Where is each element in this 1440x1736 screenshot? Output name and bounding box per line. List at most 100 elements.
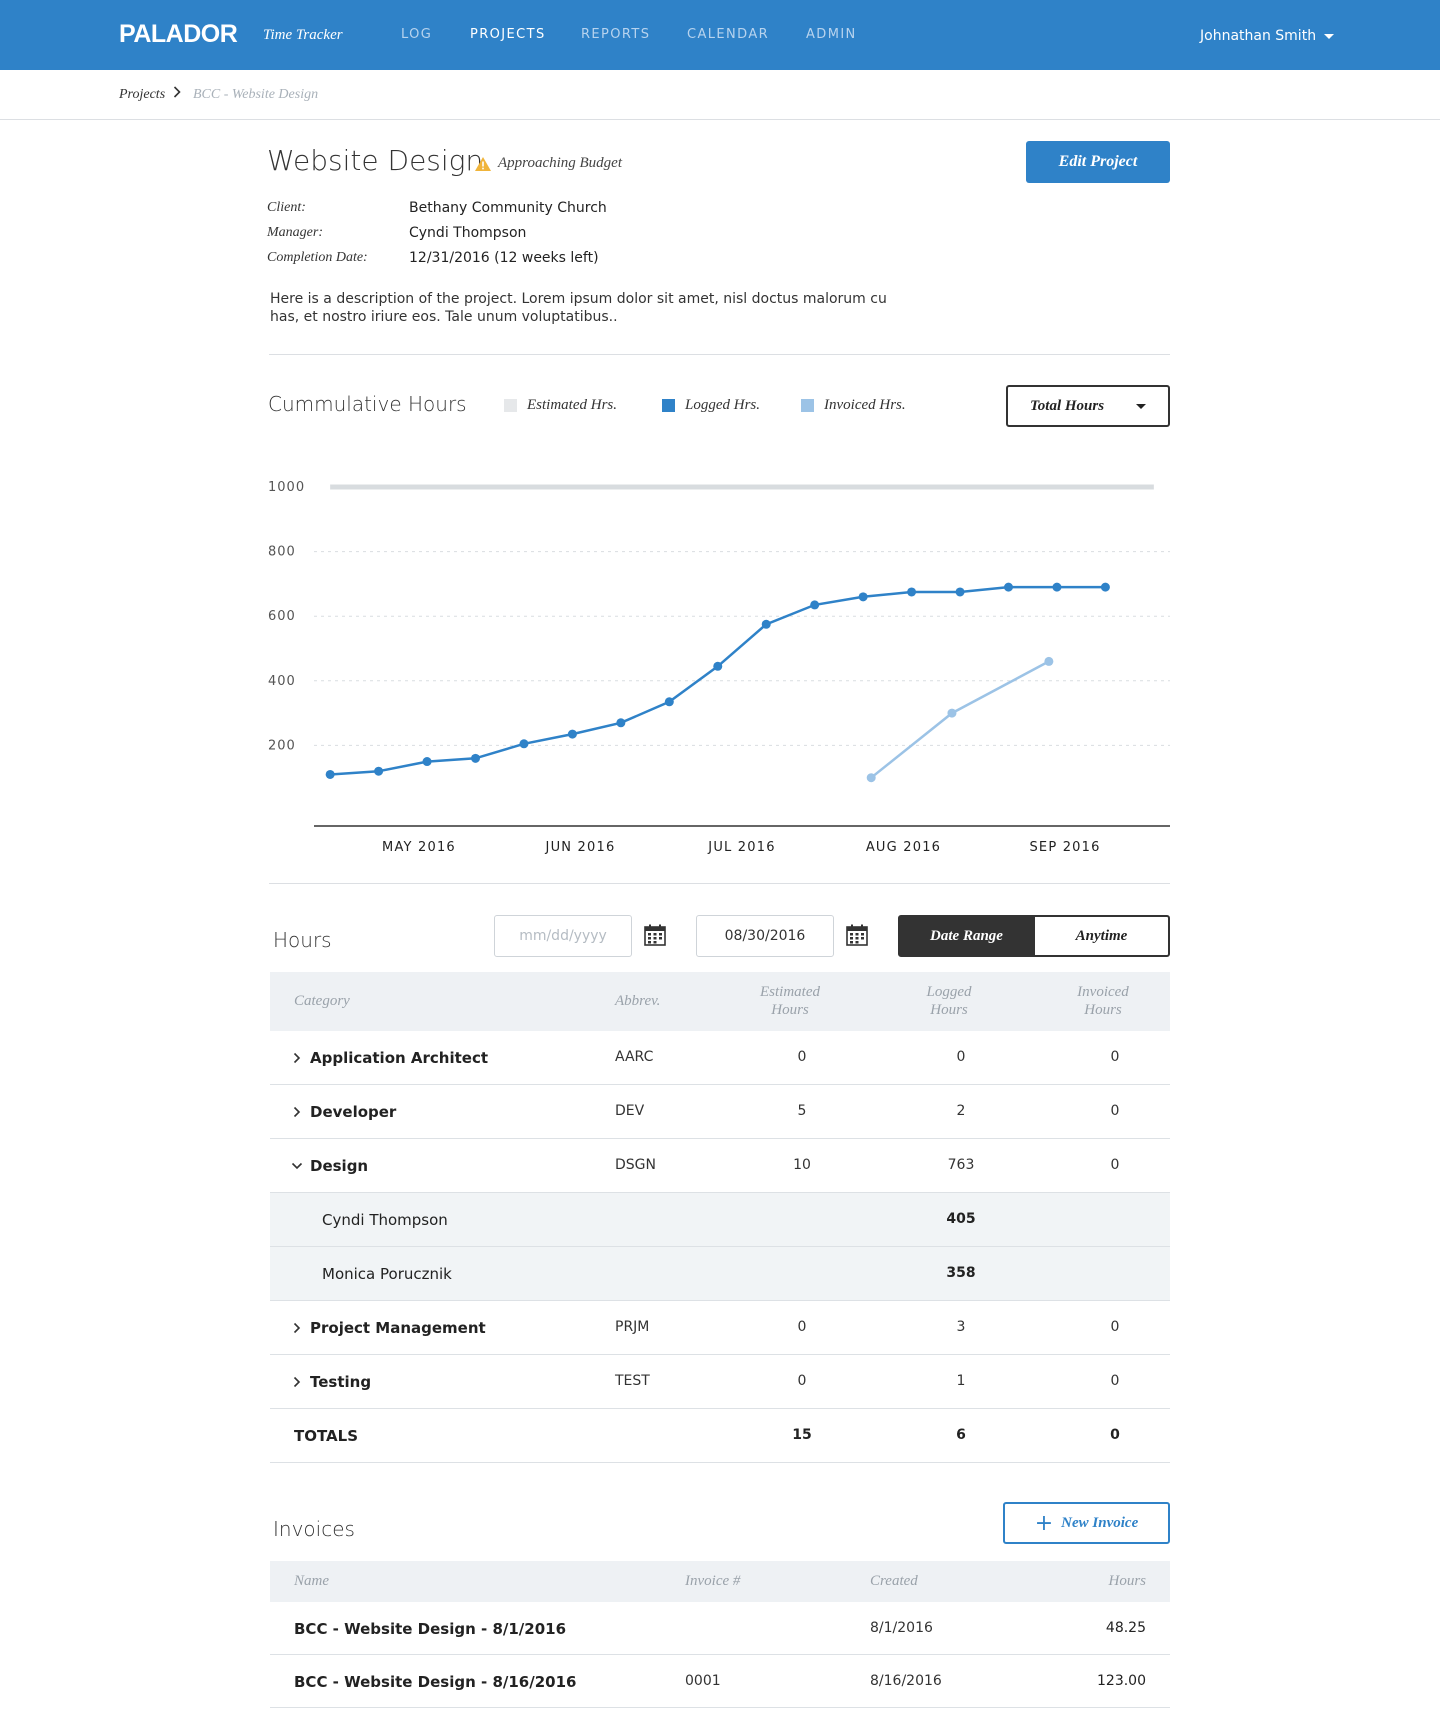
nav-log[interactable]: LOG <box>401 27 432 42</box>
invoice-created: 8/1/2016 <box>870 1620 933 1636</box>
invoice-number: 0001 <box>685 1673 721 1689</box>
invoiced-hours: 0 <box>1110 1319 1120 1335</box>
invoice-name[interactable]: BCC - Website Design - 8/1/2016 <box>294 1620 566 1638</box>
invoice-hours: 48.25 <box>1105 1620 1146 1636</box>
table-row[interactable]: Developer DEV 5 2 0 <box>270 1085 1170 1139</box>
new-invoice-button[interactable]: + New Invoice <box>1003 1502 1170 1544</box>
chevron-down-icon[interactable] <box>291 1161 303 1171</box>
total-hours-dropdown-label: Total Hours <box>1030 397 1105 414</box>
y-tick-label: 200 <box>268 738 296 753</box>
logged-hours-point <box>713 661 723 671</box>
invoice-hours: 123.00 <box>1097 1673 1146 1689</box>
total-invoiced: 0 <box>1110 1427 1120 1443</box>
invoice-name[interactable]: BCC - Website Design - 8/16/2016 <box>294 1673 576 1691</box>
invoice-row[interactable]: BCC - Website Design - 8/1/2016 8/1/2016… <box>270 1602 1170 1655</box>
completion-label: Completion Date: <box>267 250 368 265</box>
table-row[interactable]: Project Management PRJM 0 3 0 <box>270 1301 1170 1355</box>
date-range-toggle[interactable]: Date Range <box>898 915 1035 957</box>
table-row[interactable]: Design DSGN 10 763 0 <box>270 1139 1170 1193</box>
logged-hours-point <box>567 729 577 739</box>
col-invoice-name: Name <box>294 1573 329 1589</box>
logged-hours-point <box>471 753 481 763</box>
client-value: Bethany Community Church <box>409 200 607 216</box>
chevron-right-icon[interactable] <box>292 1322 302 1334</box>
col-logged: Logged Hours <box>926 984 972 1018</box>
chevron-right-icon[interactable] <box>292 1106 302 1118</box>
nav-admin[interactable]: ADMIN <box>806 27 857 42</box>
category-name: Design <box>310 1157 369 1175</box>
anytime-toggle[interactable]: Anytime <box>1033 915 1170 957</box>
cumulative-hours-chart: 200 400 600 800 1000 MAY 2016 JUN 2016 JUL 2016… <box>268 480 1170 855</box>
invoiced-hours-line <box>870 660 1050 779</box>
category-abbrev: AARC <box>615 1049 654 1065</box>
nav-projects[interactable]: PROJECTS <box>470 27 546 42</box>
logged-hours-point <box>519 739 529 749</box>
col-invoice-created: Created <box>870 1573 918 1589</box>
x-tick-label: JUL 2016 <box>707 840 775 855</box>
chevron-right-icon <box>173 86 181 102</box>
nav-calendar[interactable]: CALENDAR <box>687 27 769 42</box>
estimated-hours: 0 <box>797 1319 807 1335</box>
logged-hours-point <box>955 587 965 597</box>
member-name: Cyndi Thompson <box>322 1211 448 1229</box>
nav-reports[interactable]: REPORTS <box>581 27 650 42</box>
chevron-right-icon[interactable] <box>292 1376 302 1388</box>
x-tick-label: AUG 2016 <box>866 840 941 855</box>
invoiced-hours: 0 <box>1110 1103 1120 1119</box>
logged-hours-point <box>422 757 432 767</box>
member-row: Cyndi Thompson 405 <box>270 1193 1170 1247</box>
logged-hours-point <box>325 769 335 779</box>
invoice-created: 8/16/2016 <box>870 1673 942 1689</box>
app-name: Time Tracker <box>263 27 343 43</box>
category-abbrev: PRJM <box>615 1319 650 1335</box>
logged-hours: 1 <box>956 1373 966 1389</box>
divider <box>269 883 1170 884</box>
category-name: Application Architect <box>310 1049 489 1067</box>
invoice-row[interactable]: BCC - Website Design - 8/16/2016 0001 8/… <box>270 1655 1170 1708</box>
logged-hours-point <box>664 697 674 707</box>
totals-label: TOTALS <box>294 1427 359 1445</box>
logged-hours-point <box>761 619 771 629</box>
chevron-down-icon <box>1324 33 1335 39</box>
calendar-icon[interactable] <box>644 924 666 946</box>
end-date-input[interactable] <box>696 915 834 957</box>
user-menu[interactable]: Johnathan Smith <box>1200 28 1335 44</box>
calendar-icon[interactable] <box>846 924 868 946</box>
logged-hours-point <box>616 718 626 728</box>
y-tick-label: 400 <box>268 674 296 689</box>
invoiced-hours-point <box>947 708 957 718</box>
start-date-input[interactable] <box>494 915 632 957</box>
totals-row: TOTALS 15 6 0 <box>270 1409 1170 1463</box>
logged-hours: 763 <box>947 1157 975 1173</box>
table-row[interactable]: Testing TEST 0 1 0 <box>270 1355 1170 1409</box>
estimated-hours: 5 <box>797 1103 807 1119</box>
palador-logo[interactable]: PALADOR <box>119 20 238 49</box>
table-row[interactable]: Application Architect AARC 0 0 0 <box>270 1031 1170 1085</box>
edit-project-button[interactable]: Edit Project <box>1026 141 1170 183</box>
total-hours-dropdown[interactable]: Total Hours <box>1006 385 1170 427</box>
logged-hours-point <box>1100 582 1110 592</box>
logged-hours-point <box>374 766 384 776</box>
category-abbrev: TEST <box>615 1373 650 1389</box>
estimated-hours: 10 <box>793 1157 811 1173</box>
invoiced-hours-point <box>1044 656 1054 666</box>
breadcrumb: Projects BCC - Website Design <box>0 70 1440 120</box>
breadcrumb-projects[interactable]: Projects <box>119 87 165 103</box>
y-tick-label: 1000 <box>268 480 305 495</box>
invoiced-hours: 0 <box>1110 1049 1120 1065</box>
chevron-right-icon[interactable] <box>292 1052 302 1064</box>
member-row: Monica Porucznik 358 <box>270 1247 1170 1301</box>
user-name: Johnathan Smith <box>1200 28 1317 44</box>
divider <box>269 354 1170 355</box>
page-title: Website Design <box>267 144 484 177</box>
member-name: Monica Porucznik <box>322 1265 452 1283</box>
member-logged-hours: 405 <box>946 1211 976 1227</box>
plus-icon: + <box>1034 1510 1054 1536</box>
estimated-hours: 0 <box>797 1373 807 1389</box>
col-abbrev: Abbrev. <box>615 993 661 1009</box>
category-name: Developer <box>310 1103 397 1121</box>
category-name: Testing <box>310 1373 372 1391</box>
y-tick-label: 800 <box>268 545 296 560</box>
x-tick-label: MAY 2016 <box>382 840 456 855</box>
estimated-hours: 0 <box>797 1049 807 1065</box>
